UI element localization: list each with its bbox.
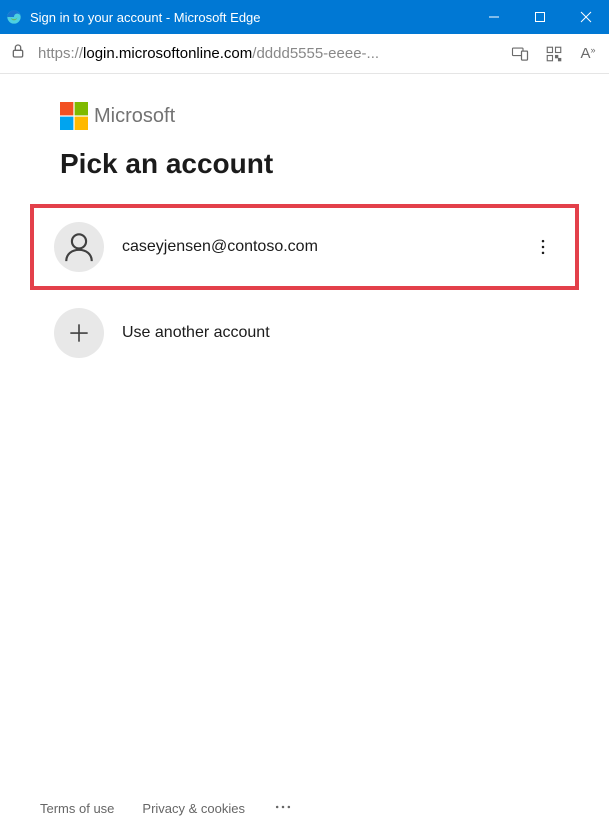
window-titlebar: Sign in to your account - Microsoft Edge: [0, 0, 609, 34]
qr-code-icon[interactable]: [543, 45, 565, 63]
plus-icon: [66, 320, 92, 346]
account-email: caseyjensen@contoso.com: [122, 238, 513, 256]
window-controls: [471, 0, 609, 34]
more-vertical-icon: [533, 237, 553, 257]
account-item[interactable]: caseyjensen@contoso.com: [30, 204, 579, 290]
maximize-button[interactable]: [517, 0, 563, 34]
account-list: caseyjensen@contoso.com Use another acco…: [30, 204, 579, 376]
add-circle: [54, 308, 104, 358]
account-more-button[interactable]: [531, 237, 555, 257]
use-another-label: Use another account: [122, 324, 555, 342]
main-content: Microsoft Pick an account caseyjensen@co…: [0, 74, 609, 779]
lock-icon: [10, 43, 26, 64]
url-display[interactable]: https://login.microsoftonline.com/dddd55…: [38, 45, 497, 62]
footer-more-button[interactable]: [273, 797, 293, 820]
read-aloud-icon[interactable]: A»: [577, 45, 599, 62]
devices-icon[interactable]: [509, 45, 531, 63]
microsoft-logo-icon: [60, 102, 88, 130]
avatar: [54, 222, 104, 272]
use-another-account-button[interactable]: Use another account: [30, 290, 579, 376]
microsoft-header: Microsoft: [60, 102, 549, 130]
minimize-button[interactable]: [471, 0, 517, 34]
person-icon: [62, 230, 96, 264]
terms-link[interactable]: Terms of use: [40, 801, 114, 816]
more-horizontal-icon: [273, 797, 293, 817]
privacy-link[interactable]: Privacy & cookies: [142, 801, 245, 816]
close-button[interactable]: [563, 0, 609, 34]
footer: Terms of use Privacy & cookies: [0, 779, 609, 838]
address-bar: https://login.microsoftonline.com/dddd55…: [0, 34, 609, 74]
page-title: Pick an account: [60, 148, 549, 180]
edge-browser-icon: [6, 9, 22, 25]
window-title: Sign in to your account - Microsoft Edge: [30, 10, 471, 25]
microsoft-brand-text: Microsoft: [94, 105, 175, 128]
